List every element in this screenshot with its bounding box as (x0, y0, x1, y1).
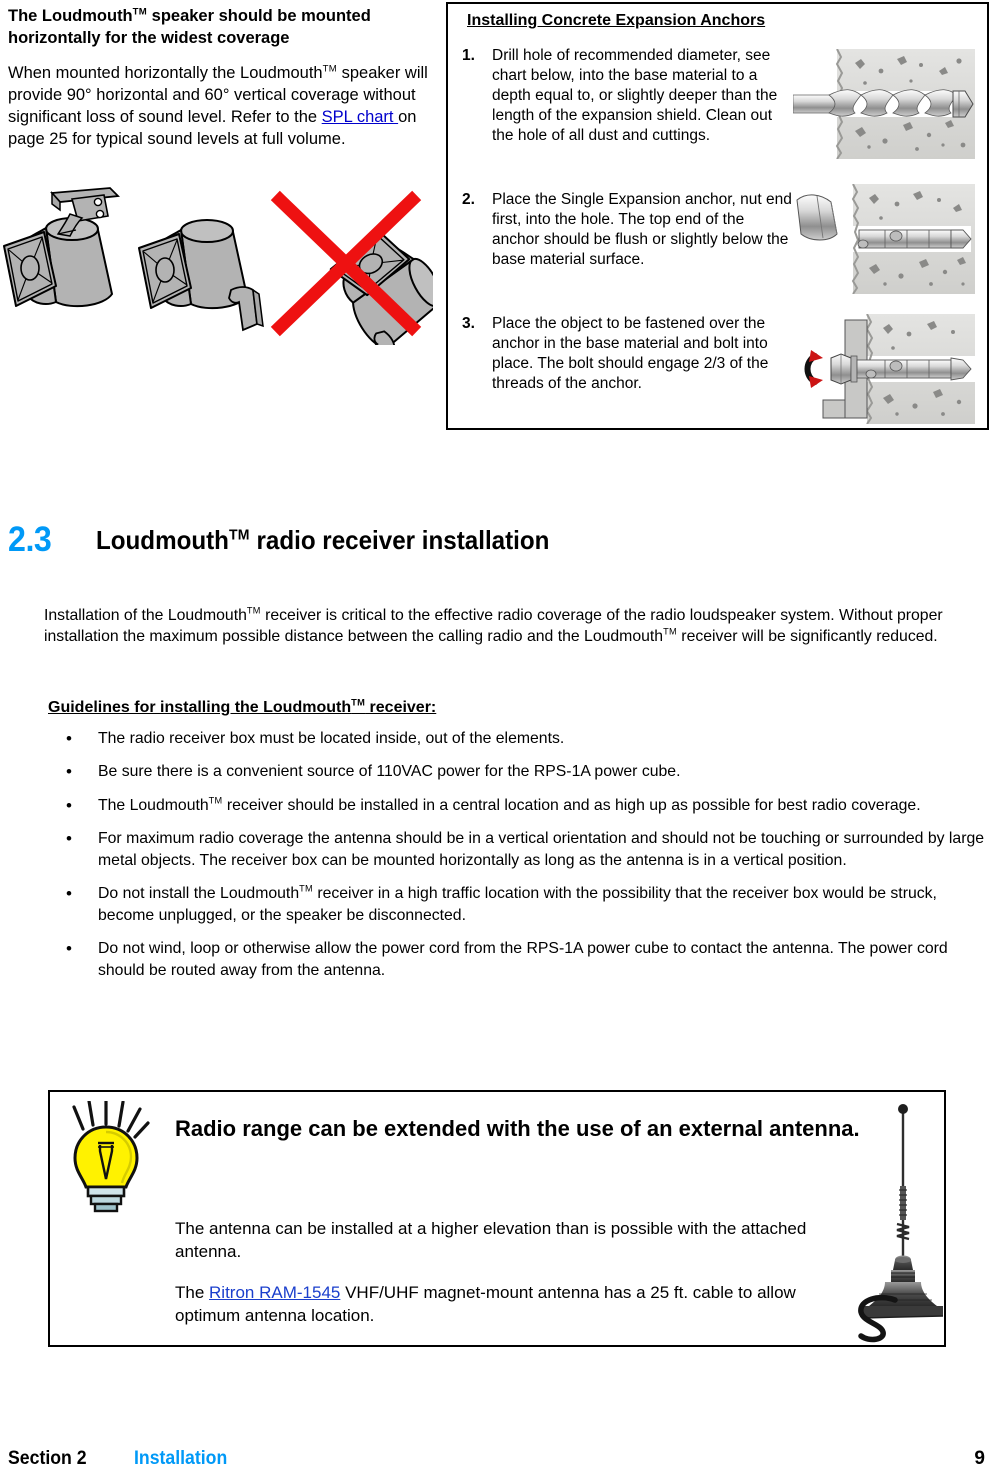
list-item-text: Do not install the Loudmouth (98, 885, 300, 903)
footer-page-number: 9 (974, 1448, 985, 1469)
speaker-heading-pre: The Loudmouth (8, 7, 133, 25)
trademark-symbol: TM (208, 795, 223, 806)
list-item-text: For maximum radio coverage the antenna s… (98, 830, 985, 869)
speaker-para-part1: When mounted horizontally the Loudmouth (8, 63, 323, 82)
speaker-horizontal-ceiling-mount (3, 187, 120, 308)
lightbulb-icon (72, 1101, 150, 1213)
footer-chapter-label: Installation (134, 1448, 228, 1469)
top-section: The LoudmouthTM speaker should be mounte… (0, 0, 993, 470)
speaker-mounting-column: The LoudmouthTM speaker should be mounte… (8, 6, 433, 150)
list-item: • Do not wind, loop or otherwise allow t… (44, 938, 993, 981)
tip-paragraph-1: The antenna can be installed at a higher… (175, 1219, 807, 1261)
concrete-anchors-box: Installing Concrete Expansion Anchors 1.… (446, 2, 989, 430)
page-footer: Section 2 Installation 9 (8, 1448, 985, 1474)
section-title-pre: Loudmouth (96, 525, 229, 555)
drill-bit-illustration (793, 49, 975, 159)
bullet-icon: • (66, 884, 72, 904)
guidelines-heading: Guidelines for installing the LoudmouthT… (48, 697, 437, 717)
list-item-text-cont: receiver should be installed in a centra… (222, 796, 921, 814)
section-title-post: radio receiver installation (249, 525, 550, 555)
list-item-text: The radio receiver box must be located i… (98, 730, 565, 747)
bullet-icon: • (66, 795, 72, 815)
ritron-ram-1545-link[interactable]: Ritron RAM-1545 (209, 1283, 340, 1302)
anchor-step-1-text: Drill hole of recommended diameter, see … (492, 47, 778, 144)
list-item-text: Do not wind, loop or otherwise allow the… (98, 940, 948, 979)
anchor-step-2-number: 2. (462, 191, 475, 208)
trademark-symbol: TM (246, 605, 261, 616)
list-item: • The radio receiver box must be located… (44, 728, 993, 749)
section-number: 2.3 (8, 520, 52, 559)
anchor-insertion-illustration (796, 184, 975, 294)
trademark-symbol: TM (322, 63, 338, 75)
anchor-step-2-text: Place the Single Expansion anchor, nut e… (492, 191, 792, 268)
bullet-icon: • (66, 829, 72, 849)
section-heading: 2.3 LoudmouthTM radio receiver installat… (8, 520, 808, 570)
speaker-horizontal-base-mount (138, 219, 264, 332)
intro-part-3: receiver will be significantly reduced. (676, 628, 938, 646)
anchor-step-1-number: 1. (462, 47, 475, 64)
speaker-mounting-paragraph: When mounted horizontally the LoudmouthT… (8, 62, 433, 150)
guidelines-heading-post: receiver: (365, 699, 437, 716)
anchor-step-3-text: Place the object to be fastened over the… (492, 315, 769, 392)
list-item: • Do not install the LoudmouthTM receive… (44, 883, 993, 926)
anchor-step-1: 1. Drill hole of recommended diameter, s… (462, 46, 792, 146)
speaker-mounting-heading: The LoudmouthTM speaker should be mounte… (8, 6, 433, 50)
rotation-arrow-icon (804, 350, 823, 388)
list-item: • For maximum radio coverage the antenna… (44, 828, 993, 871)
footer-section-label: Section 2 (8, 1448, 87, 1469)
tip-box: Radio range can be extended with the use… (48, 1090, 946, 1347)
anchor-step-3-number: 3. (462, 315, 475, 332)
bolt-tightening-illustration (804, 314, 975, 424)
intro-paragraph: Installation of the LoudmouthTM receiver… (44, 605, 992, 648)
list-item: • The LoudmouthTM receiver should be ins… (44, 795, 993, 816)
trademark-symbol: TM (299, 884, 313, 895)
anchor-step-2: 2. Place the Single Expansion anchor, nu… (462, 190, 792, 270)
intro-part-1: Installation of the Loudmouth (44, 606, 247, 624)
anchor-step-3: 3. Place the object to be fastened over … (462, 314, 792, 394)
trademark-symbol: TM (228, 526, 250, 544)
trademark-symbol: TM (351, 697, 366, 708)
guidelines-list: • The radio receiver box must be located… (44, 728, 993, 993)
bullet-icon: • (66, 762, 72, 782)
speaker-orientation-figure (3, 187, 433, 345)
spl-chart-link[interactable]: SPL chart (322, 108, 398, 126)
bullet-icon: • (66, 939, 72, 959)
tip-para-2-pre: The (175, 1283, 210, 1302)
list-item-text: The Loudmouth (98, 796, 209, 814)
trademark-symbol: TM (132, 6, 148, 18)
section-title: LoudmouthTM radio receiver installation (96, 525, 549, 556)
tip-heading: Radio range can be extended with the use… (175, 1116, 860, 1141)
tip-paragraph-2: The Ritron RAM-1545 VHF/UHF magnet-mount… (175, 1282, 835, 1328)
bullet-icon: • (66, 729, 72, 748)
anchors-box-title: Installing Concrete Expansion Anchors (467, 12, 766, 29)
guidelines-heading-pre: Guidelines for installing the Loudmouth (48, 699, 352, 716)
list-item: • Be sure there is a convenient source o… (44, 761, 993, 782)
list-item-text: Be sure there is a convenient source of … (98, 763, 681, 781)
magnet-mount-antenna-image (858, 1104, 944, 1343)
trademark-symbol: TM (663, 627, 677, 637)
